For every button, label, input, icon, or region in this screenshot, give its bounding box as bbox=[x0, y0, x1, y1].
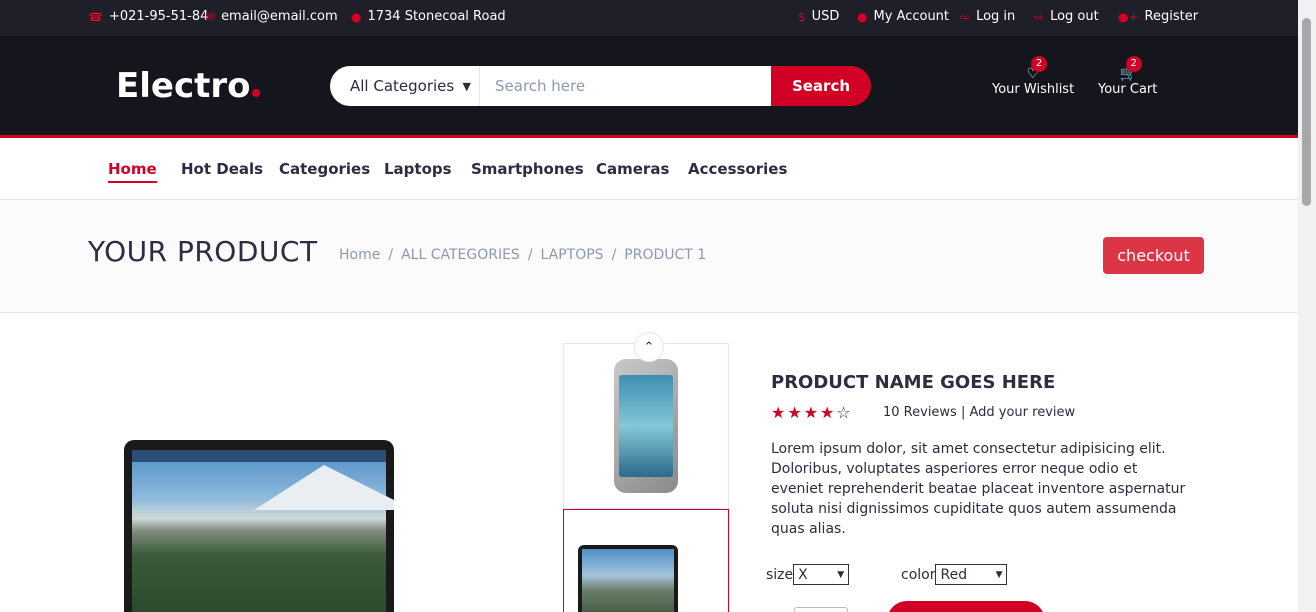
tablet-screen bbox=[582, 549, 674, 612]
size-select[interactable]: X ▼ bbox=[793, 564, 850, 585]
color-select[interactable]: Red ▼ bbox=[935, 564, 1008, 585]
logo-dot bbox=[252, 89, 261, 97]
phone-screen bbox=[619, 375, 673, 477]
breadcrumb-all-categories[interactable]: ALL CATEGORIES bbox=[401, 247, 520, 263]
envelope-icon: ✉ bbox=[205, 9, 216, 24]
quantity-input[interactable] bbox=[794, 607, 848, 612]
nav-item-accessories[interactable]: Accessories bbox=[688, 160, 787, 178]
nav-item-categories[interactable]: Categories bbox=[279, 160, 370, 178]
logout-text: Log out bbox=[1050, 9, 1099, 24]
breadcrumb-product: PRODUCT 1 bbox=[624, 247, 707, 263]
category-select-value: All Categories bbox=[350, 77, 455, 95]
user-icon: ● bbox=[857, 9, 868, 24]
heart-icon: ♡ 2 bbox=[1025, 56, 1048, 82]
mountain-shape bbox=[254, 465, 394, 510]
wishlist-link[interactable]: ♡ 2 Your Wishlist bbox=[992, 56, 1075, 97]
my-account-text: My Account bbox=[873, 9, 950, 24]
thumbnail-tablet[interactable] bbox=[563, 509, 729, 612]
size-option: size X ▼ bbox=[766, 564, 850, 585]
email-link[interactable]: ✉ email@email.com bbox=[205, 9, 338, 24]
breadcrumb-separator: / bbox=[527, 247, 533, 263]
wishlist-count-badge: 2 bbox=[1031, 56, 1048, 72]
register-link[interactable]: ●+ Register bbox=[1118, 9, 1198, 24]
email-text: email@email.com bbox=[221, 9, 338, 24]
main-navigation: Home Hot Deals Categories Laptops Smartp… bbox=[0, 138, 1298, 200]
main-product-image[interactable] bbox=[124, 440, 394, 612]
logo[interactable]: Electro bbox=[116, 66, 261, 106]
currency-link[interactable]: $ USD bbox=[798, 9, 839, 24]
thumbnail-phone[interactable] bbox=[563, 343, 729, 509]
page-title: YOUR PRODUCT bbox=[88, 235, 318, 268]
phone-link[interactable]: ☎ +021-95-51-84 bbox=[88, 9, 208, 24]
product-name: PRODUCT NAME GOES HERE bbox=[771, 372, 1056, 393]
logo-text: Electro bbox=[116, 66, 251, 106]
search-input[interactable]: Search here bbox=[480, 66, 771, 106]
size-select-value: X bbox=[798, 566, 808, 583]
phone-image bbox=[614, 359, 678, 493]
thumbnail-list bbox=[563, 343, 729, 612]
star-empty-icon: ☆ bbox=[836, 403, 853, 422]
sign-in-icon: ⇨ bbox=[960, 9, 971, 24]
search-placeholder: Search here bbox=[495, 77, 586, 95]
shopping-cart-icon: 🛒 2 bbox=[1120, 56, 1142, 82]
login-link[interactable]: ⇨ Log in bbox=[960, 9, 1015, 24]
star-full-icon: ★ bbox=[771, 403, 788, 422]
chevron-down-icon: ▼ bbox=[837, 569, 845, 580]
main-header: Electro All Categories ▼ Search here Sea… bbox=[0, 36, 1298, 136]
product-description: Lorem ipsum dolor, sit amet consectetur … bbox=[771, 441, 1186, 537]
phone-text: +021-95-51-84 bbox=[108, 9, 209, 24]
breadcrumb-home[interactable]: Home bbox=[339, 247, 380, 263]
laptop-statusbar bbox=[132, 450, 386, 462]
top-bar: ☎ +021-95-51-84 ✉ email@email.com ● 1734… bbox=[0, 0, 1298, 36]
color-select-value: Red bbox=[940, 566, 968, 583]
address-link[interactable]: ● 1734 Stonecoal Road bbox=[351, 9, 506, 24]
nav-item-home[interactable]: Home bbox=[108, 160, 157, 183]
page-scrollbar[interactable] bbox=[1298, 0, 1316, 612]
tablet-image bbox=[578, 545, 678, 612]
nav-item-cameras[interactable]: Cameras bbox=[596, 160, 669, 178]
nav-item-smartphones[interactable]: Smartphones bbox=[471, 160, 584, 178]
star-full-icon: ★ bbox=[787, 403, 804, 422]
my-account-link[interactable]: ● My Account bbox=[857, 9, 949, 24]
breadcrumb-section: YOUR PRODUCT Home / ALL CATEGORIES / LAPTOPS… bbox=[0, 200, 1298, 313]
rating-stars: ★★★★☆ bbox=[771, 403, 853, 422]
add-to-cart-button[interactable] bbox=[887, 601, 1045, 612]
star-full-icon: ★ bbox=[820, 403, 837, 422]
chevron-down-icon: ▼ bbox=[995, 569, 1003, 580]
user-plus-icon: ●+ bbox=[1118, 9, 1139, 24]
login-text: Log in bbox=[976, 9, 1016, 24]
cart-count-badge: 2 bbox=[1125, 56, 1142, 72]
breadcrumb-separator: / bbox=[611, 247, 617, 263]
color-option: color Red ▼ bbox=[901, 564, 1008, 585]
address-text: 1734 Stonecoal Road bbox=[367, 9, 506, 24]
category-select[interactable]: All Categories ▼ bbox=[330, 66, 480, 106]
color-label: color bbox=[901, 566, 936, 583]
chevron-up-icon[interactable]: ⌃ bbox=[634, 332, 664, 362]
phone-icon: ☎ bbox=[88, 9, 103, 24]
dollar-icon: $ bbox=[798, 9, 806, 24]
search-form: All Categories ▼ Search here Search bbox=[330, 66, 871, 106]
nav-item-laptops[interactable]: Laptops bbox=[384, 160, 452, 178]
checkout-button[interactable]: checkout bbox=[1103, 237, 1204, 274]
breadcrumb: Home / ALL CATEGORIES / LAPTOPS / PRODUCT 1 bbox=[339, 247, 706, 263]
size-label: size bbox=[766, 566, 794, 583]
map-marker-icon: ● bbox=[351, 9, 362, 24]
search-button[interactable]: Search bbox=[771, 66, 871, 106]
cart-label: Your Cart bbox=[1098, 82, 1158, 97]
breadcrumb-separator: / bbox=[388, 247, 394, 263]
currency-text: USD bbox=[811, 9, 840, 24]
wishlist-label: Your Wishlist bbox=[992, 82, 1075, 97]
breadcrumb-laptops[interactable]: LAPTOPS bbox=[541, 247, 604, 263]
review-link[interactable]: 10 Reviews | Add your review bbox=[883, 405, 1075, 420]
star-full-icon: ★ bbox=[803, 403, 821, 422]
scrollbar-thumb[interactable] bbox=[1302, 18, 1311, 206]
cart-link[interactable]: 🛒 2 Your Cart bbox=[1098, 56, 1158, 97]
sign-out-icon: ⇨ bbox=[1034, 9, 1045, 24]
nav-item-hot-deals[interactable]: Hot Deals bbox=[181, 160, 263, 178]
register-text: Register bbox=[1144, 9, 1199, 24]
chevron-down-icon: ▼ bbox=[462, 79, 471, 93]
logout-link[interactable]: ⇨ Log out bbox=[1034, 9, 1099, 24]
